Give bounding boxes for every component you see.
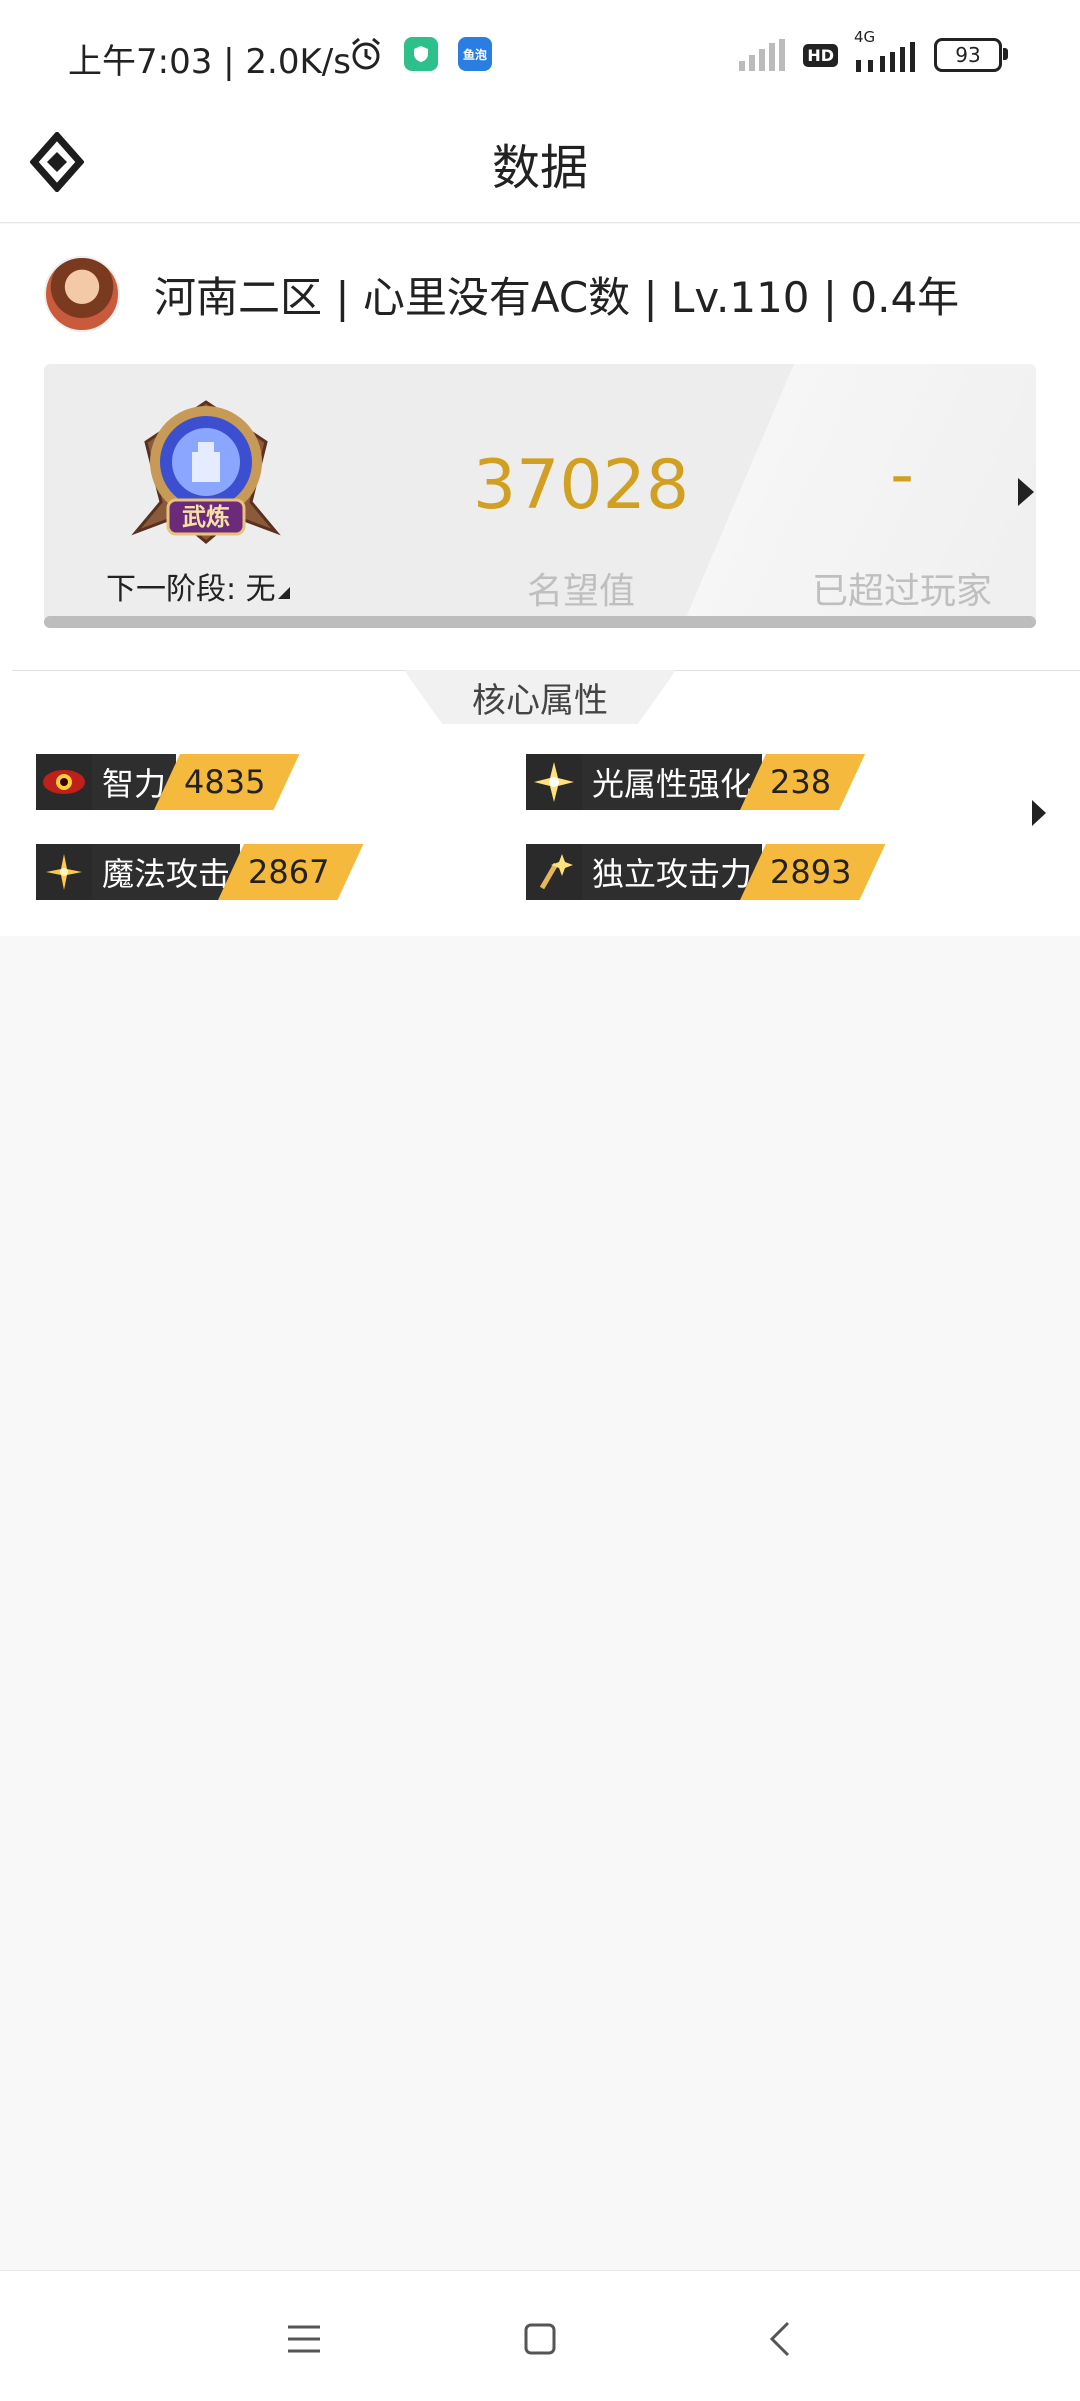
page-title: 数据 [491,140,588,196]
light-sparkle-icon [526,754,582,810]
menu-icon [288,2325,320,2353]
status-left-icons: 鱼泡 [348,36,492,72]
rank-panel[interactable]: 武炼 下一阶段: 无 37028 名望值 - 已超过玩家 [44,364,1036,622]
status-right-icons: HD 4G 93 [739,28,1008,72]
status-time: 上午7:03 | 2.0K/s [68,42,351,82]
status-bar: 上午7:03 | 2.0K/s 鱼泡 HD 4G 93 [0,0,1080,110]
signal-4g-icon: 4G [854,28,918,72]
attribute-item[interactable]: 智力 4835 [36,754,299,810]
attribute-item[interactable]: 魔法攻击 2867 [36,844,363,900]
character-data-card: 河南二区 | 心里没有AC数 | Lv.110 | 0.4年 武炼 下一阶段: … [0,224,1080,936]
menu-button[interactable] [274,2309,334,2369]
attribute-name: 独立攻击力 [582,844,763,900]
shield-app-icon [404,37,438,71]
signal-weak-icon [739,39,786,71]
rank-badge-text: 武炼 [182,503,230,531]
sword-sparkle-icon [526,844,582,900]
profile-row[interactable]: 河南二区 | 心里没有AC数 | Lv.110 | 0.4年 [44,256,959,332]
back-button[interactable] [750,2309,810,2369]
rank-badge-icon: 武炼 [131,400,281,544]
system-nav-bar [0,2270,1080,2401]
hd-badge: HD [803,43,838,67]
attribute-item[interactable]: 独立攻击力 2893 [526,844,885,900]
home-square-icon [524,2323,556,2355]
fame-value: 37028 [472,446,690,525]
corner-triangle-icon [277,587,290,599]
alarm-icon [352,37,380,70]
panel-next-arrow-icon[interactable] [1018,478,1034,506]
rank-percentile-label: 已超过玩家 [811,571,992,612]
rank-percentile-value: - [890,436,914,513]
app-badge-icon: 鱼泡 [458,37,492,71]
home-button[interactable] [510,2309,570,2369]
back-chevron-icon [769,2321,790,2357]
fame-label: 名望值 [526,571,635,612]
avatar[interactable] [44,256,120,332]
attribute-item[interactable]: 光属性强化 238 [526,754,865,810]
section-title-core-attributes: 核心属性 [404,670,676,724]
eye-icon [36,754,92,810]
next-stage-text: 下一阶段: 无 [106,572,276,607]
profile-summary: 河南二区 | 心里没有AC数 | Lv.110 | 0.4年 [154,272,960,322]
attribute-name: 光属性强化 [582,754,763,810]
next-stage[interactable]: 下一阶段: 无 [106,564,290,608]
header-bar: 数据 [0,110,1080,223]
progress-fill [44,616,1036,628]
attribute-name: 魔法攻击 [92,844,241,900]
progress-bar [44,616,1036,628]
attributes-more-arrow-icon[interactable] [1032,800,1046,826]
battery-indicator: 93 [934,38,1008,72]
magic-star-icon [36,844,92,900]
